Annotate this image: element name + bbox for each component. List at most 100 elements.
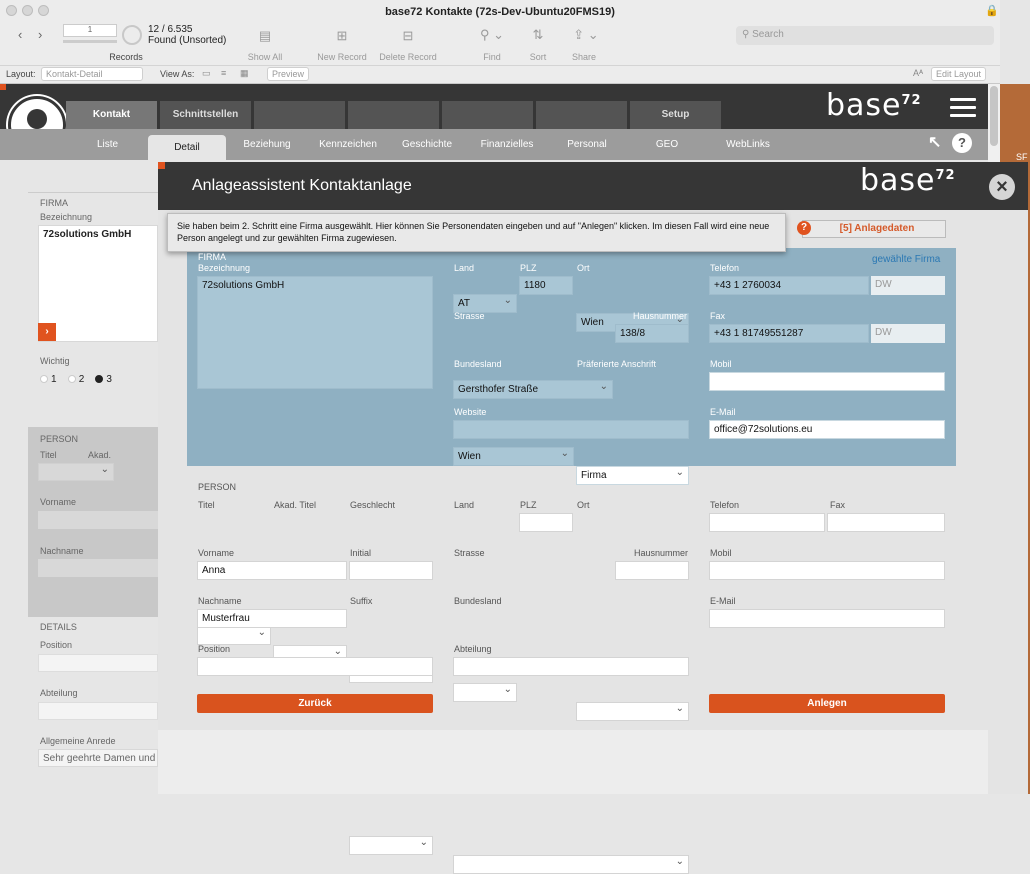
create-button[interactable]: Anlegen <box>709 694 945 713</box>
question-icon[interactable]: ? <box>797 221 811 235</box>
person-section: PERSON <box>198 482 237 492</box>
tab-empty-1[interactable] <box>254 101 345 129</box>
firma-plz-field[interactable]: 1180 <box>519 276 573 295</box>
person-bundesland-select[interactable] <box>453 855 689 874</box>
radio-3[interactable] <box>95 375 104 384</box>
view-list-icon[interactable]: ≡ <box>221 68 226 78</box>
show-all-icon[interactable]: ▤ <box>255 28 275 44</box>
person-titel-label: Titel <box>198 500 215 510</box>
person-position-field[interactable] <box>197 657 433 676</box>
person-fax-field[interactable] <box>827 513 945 532</box>
edit-layout-button[interactable]: Edit Layout <box>931 67 987 81</box>
firma-bezeichnung-label: Bezeichnung <box>198 263 251 273</box>
subtab-geschichte[interactable]: Geschichte <box>396 129 458 160</box>
person-email-field[interactable] <box>709 609 945 628</box>
subtab-detail[interactable]: Detail <box>148 135 226 160</box>
person-mobil-field[interactable] <box>709 561 945 580</box>
person-hausnummer-field[interactable] <box>615 561 689 580</box>
step-anlagedaten-button[interactable]: [5] Anlagedaten <box>802 220 946 238</box>
delete-record-button[interactable]: Delete Record <box>375 52 441 62</box>
person-ort-select[interactable] <box>576 702 689 721</box>
expand-arrow-icon[interactable]: › <box>38 323 56 341</box>
radio-2[interactable] <box>67 375 76 384</box>
radio-1[interactable] <box>40 375 48 384</box>
firma-land-label: Land <box>454 263 475 273</box>
person-mobil-label: Mobil <box>710 548 732 558</box>
search-input[interactable]: ⚲ Search <box>736 26 994 45</box>
firma-fax-field[interactable]: +43 1 81749551287 <box>709 324 869 343</box>
bg-anrede-field[interactable]: Sehr geehrte Damen und <box>38 749 158 767</box>
wichtig-radio-group[interactable]: 1 2 3 <box>40 374 112 385</box>
help-icon[interactable]: ? <box>952 133 972 153</box>
record-number-input[interactable]: 1 <box>63 24 117 37</box>
tab-empty-4[interactable] <box>536 101 627 129</box>
bg-nachname-field[interactable] <box>38 559 158 577</box>
subtab-liste[interactable]: Liste <box>80 129 135 160</box>
show-all-button[interactable]: Show All <box>240 52 290 62</box>
delete-record-icon[interactable]: ⊟ <box>398 28 418 44</box>
person-initial-field[interactable] <box>349 561 433 580</box>
record-slider[interactable] <box>63 40 117 43</box>
find-button[interactable]: Find <box>477 52 507 62</box>
font-size-icon[interactable]: Aᴬ <box>913 68 923 78</box>
bg-bezeichnung-field[interactable]: 72solutions GmbH <box>38 225 158 342</box>
sort-button[interactable]: Sort <box>523 52 553 62</box>
person-nachname-field[interactable]: Musterfrau <box>197 609 347 628</box>
firma-fax-dw[interactable]: DW <box>871 324 945 343</box>
firma-mobil-field[interactable] <box>709 372 945 391</box>
subtab-kennzeichen[interactable]: Kennzeichen <box>312 129 384 160</box>
firma-strasse-select[interactable]: Gersthofer Straße <box>453 380 613 399</box>
tab-schnittstellen[interactable]: Schnittstellen <box>160 101 251 129</box>
firma-anschrift-select[interactable]: Firma <box>576 466 689 485</box>
bg-titel-label: Titel <box>40 450 57 460</box>
person-telefon-field[interactable] <box>709 513 825 532</box>
firma-email-field[interactable]: office@72solutions.eu <box>709 420 945 439</box>
bg-titel-select[interactable] <box>38 463 114 481</box>
bg-abteilung-label: Abteilung <box>40 688 78 698</box>
tab-setup[interactable]: Setup <box>630 101 721 129</box>
layout-select[interactable]: Kontakt-Detail <box>41 67 143 81</box>
find-icon[interactable]: ⚲ ⌄ <box>476 27 508 43</box>
share-icon[interactable]: ⇪ ⌄ <box>570 27 602 43</box>
subtab-geo[interactable]: GEO <box>644 129 690 160</box>
next-record-icon[interactable]: › <box>38 27 42 42</box>
view-table-icon[interactable]: ▦ <box>240 68 249 79</box>
firma-website-field[interactable] <box>453 420 689 439</box>
share-button[interactable]: Share <box>568 52 600 62</box>
preview-button[interactable]: Preview <box>267 67 310 81</box>
bg-vorname-field[interactable] <box>38 511 158 529</box>
back-arrow-icon[interactable]: ↖ <box>928 132 941 152</box>
bg-position-field[interactable] <box>38 654 158 672</box>
subtab-finanzielles[interactable]: Finanzielles <box>474 129 540 160</box>
subtab-personal[interactable]: Personal <box>558 129 616 160</box>
new-record-button[interactable]: New Record <box>312 52 372 62</box>
tab-empty-3[interactable] <box>442 101 533 129</box>
selected-firma-link[interactable]: gewählte Firma <box>872 254 940 265</box>
view-as-label: View As: <box>160 69 195 79</box>
firma-telefon-dw[interactable]: DW <box>871 276 945 295</box>
firma-telefon-field[interactable]: +43 1 2760034 <box>709 276 869 295</box>
person-land-select[interactable] <box>453 683 517 702</box>
person-plz-field[interactable] <box>519 513 573 532</box>
firma-bezeichnung-field[interactable]: 72solutions GmbH <box>197 276 433 389</box>
close-icon[interactable]: × <box>989 174 1015 200</box>
subtab-beziehung[interactable]: Beziehung <box>236 129 298 160</box>
sort-icon[interactable]: ⇅ <box>528 27 548 43</box>
bg-abteilung-field[interactable] <box>38 702 158 720</box>
person-vorname-field[interactable]: Anna <box>197 561 347 580</box>
person-suffix-select[interactable] <box>349 836 433 855</box>
person-titel-select[interactable] <box>197 626 271 645</box>
records-label: Records <box>109 52 143 62</box>
subtab-weblinks[interactable]: WebLinks <box>718 129 778 160</box>
back-button[interactable]: Zurück <box>197 694 433 713</box>
prev-record-icon[interactable]: ‹ <box>18 27 22 42</box>
new-record-icon[interactable]: ⊞ <box>332 28 352 44</box>
firma-bundesland-select[interactable]: Wien <box>453 447 574 466</box>
tab-empty-2[interactable] <box>348 101 439 129</box>
firma-hausnummer-field[interactable]: 138/8 <box>615 324 689 343</box>
view-form-icon[interactable]: ▭ <box>202 68 211 79</box>
person-abteilung-field[interactable] <box>453 657 689 676</box>
tab-kontakt[interactable]: Kontakt <box>66 101 157 129</box>
firma-telefon-label: Telefon <box>710 263 740 273</box>
menu-icon[interactable] <box>950 98 976 118</box>
